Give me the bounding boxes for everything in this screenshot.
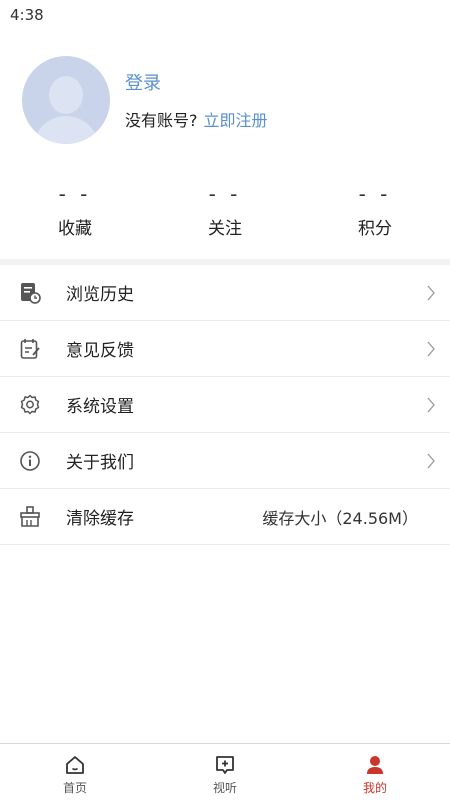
cache-size-text: 缓存大小（24.56M） xyxy=(262,508,418,528)
menu-item-history[interactable]: 浏览历史 xyxy=(0,265,450,321)
stat-value: - - xyxy=(58,182,92,206)
feedback-icon xyxy=(18,337,42,361)
menu-item-clear-cache[interactable]: 清除缓存 缓存大小（24.56M） xyxy=(0,489,450,545)
broom-icon xyxy=(18,505,42,529)
history-icon xyxy=(18,281,42,305)
tab-profile[interactable]: 我的 xyxy=(300,744,450,800)
tab-label: 我的 xyxy=(362,781,387,795)
media-icon xyxy=(216,756,234,774)
stat-value: - - xyxy=(208,182,242,206)
settings-menu: 浏览历史 意见反馈 系统设置 关于我们 清除缓存 缓存大小（24.56M） xyxy=(0,265,450,545)
no-account-text: 没有账号? xyxy=(125,111,198,130)
menu-item-label: 关于我们 xyxy=(66,453,134,473)
chevron-right-icon xyxy=(427,285,435,300)
menu-item-feedback[interactable]: 意见反馈 xyxy=(0,321,450,377)
bottom-tab-bar: 首页 视听 我的 xyxy=(0,743,450,800)
tab-label: 视听 xyxy=(212,781,237,795)
avatar-head-shape xyxy=(49,76,83,114)
tab-media[interactable]: 视听 xyxy=(150,744,300,800)
tab-label: 首页 xyxy=(62,781,87,795)
stats-row: - - 收藏 - - 关注 - - 积分 xyxy=(0,178,450,248)
info-icon xyxy=(18,449,42,473)
stat-points[interactable]: - - 积分 xyxy=(300,178,450,248)
tab-home[interactable]: 首页 xyxy=(0,744,150,800)
menu-item-label: 系统设置 xyxy=(66,397,134,417)
chevron-right-icon xyxy=(427,341,435,356)
gear-icon xyxy=(18,393,42,417)
chevron-right-icon xyxy=(427,453,435,468)
menu-item-settings[interactable]: 系统设置 xyxy=(0,377,450,433)
stat-value: - - xyxy=(358,182,392,206)
menu-item-label: 清除缓存 xyxy=(66,509,134,529)
stat-favorites[interactable]: - - 收藏 xyxy=(0,178,150,248)
menu-item-label: 浏览历史 xyxy=(66,285,134,305)
stat-label: 积分 xyxy=(358,219,392,239)
stat-label: 关注 xyxy=(208,219,242,239)
status-bar: 4:38 xyxy=(0,0,450,28)
profile-header: 登录 没有账号? 立即注册 xyxy=(22,55,450,145)
register-link[interactable]: 立即注册 xyxy=(204,111,268,130)
menu-item-about[interactable]: 关于我们 xyxy=(0,433,450,489)
stat-following[interactable]: - - 关注 xyxy=(150,178,300,248)
register-line: 没有账号? 立即注册 xyxy=(125,107,268,131)
profile-icon xyxy=(367,756,383,774)
chevron-right-icon xyxy=(427,397,435,412)
menu-item-label: 意见反馈 xyxy=(66,341,134,361)
avatar[interactable] xyxy=(22,56,110,144)
home-icon xyxy=(66,756,84,774)
status-time: 4:38 xyxy=(10,6,44,24)
login-link[interactable]: 登录 xyxy=(125,69,268,95)
stat-label: 收藏 xyxy=(58,219,92,239)
avatar-body-shape xyxy=(33,116,99,144)
profile-text: 登录 没有账号? 立即注册 xyxy=(125,69,268,131)
